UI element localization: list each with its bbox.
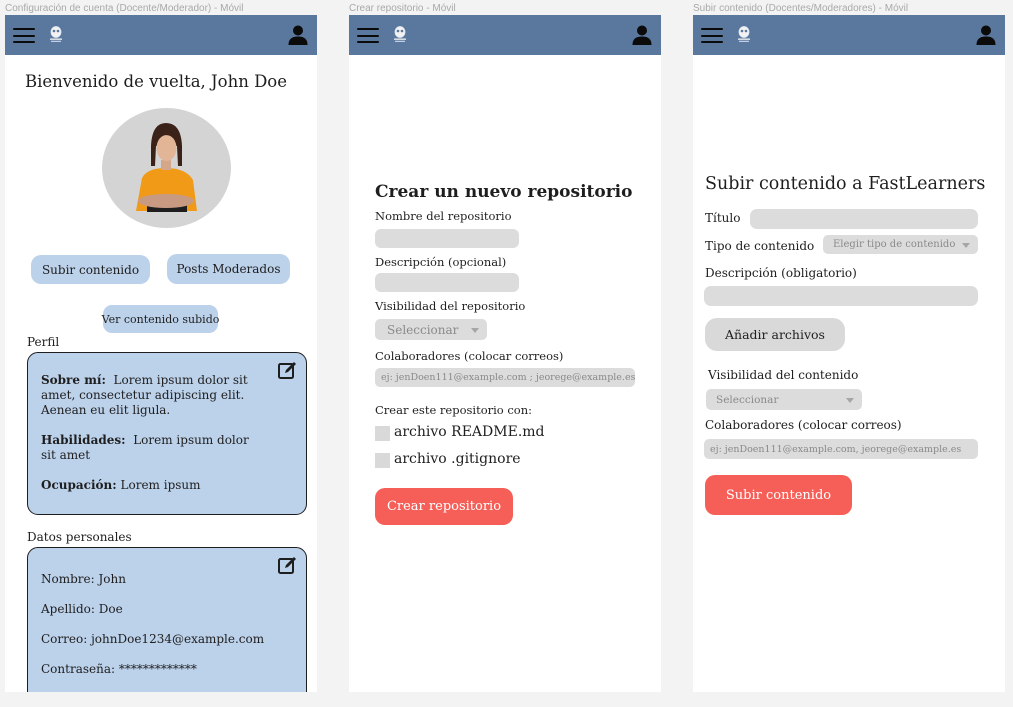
collaborators-label: Colaboradores (colocar correos) (705, 418, 902, 432)
email-value: johnDoe1234@example.com (91, 632, 265, 646)
about-me-row: Sobre mí: Lorem ipsum dolor sit amet, co… (41, 373, 266, 418)
edit-icon[interactable] (277, 360, 297, 380)
hamburger-menu-icon[interactable] (357, 28, 379, 43)
readme-checkbox[interactable] (375, 426, 390, 441)
owl-logo-icon[interactable] (392, 25, 408, 43)
collaborators-label: Colaboradores (colocar correos) (375, 349, 564, 363)
repo-description-input[interactable] (375, 273, 519, 292)
create-repository-screen: Crear un nuevo repositorio Nombre del re… (349, 15, 661, 692)
email-row: Correo: johnDoe1234@example.com (41, 632, 296, 647)
moderated-posts-button[interactable]: Posts Moderados (167, 254, 290, 284)
page-title: Subir contenido a FastLearners (705, 174, 986, 194)
repo-visibility-select-value: Seleccionar (387, 322, 459, 337)
password-value: ************* (118, 662, 197, 676)
top-bar (349, 15, 661, 55)
welcome-heading: Bienvenido de vuelta, John Doe (24, 72, 288, 91)
readme-option-label: archivo README.md (394, 424, 545, 440)
skills-label: Habilidades: (41, 433, 126, 447)
skills-row: Habilidades: Lorem ipsum dolor sit amet (41, 433, 266, 463)
content-title-label: Título (705, 211, 741, 225)
lastname-row: Apellido: Doe (41, 602, 296, 617)
content-title-input[interactable] (750, 209, 978, 229)
user-icon[interactable] (632, 25, 652, 45)
content-type-select-value: Elegir tipo de contenido (833, 239, 956, 250)
hamburger-menu-icon[interactable] (701, 28, 723, 43)
content-visibility-select[interactable]: Seleccionar (706, 389, 862, 410)
chevron-down-icon (962, 242, 970, 248)
repo-visibility-label: Visibilidad del repositorio (375, 299, 526, 313)
frame-caption-account: Configuración de cuenta (Docente/Moderad… (5, 3, 244, 14)
email-label: Correo: (41, 632, 88, 646)
profile-card: Sobre mí: Lorem ipsum dolor sit amet, co… (27, 352, 307, 515)
repo-description-label: Descripción (opcional) (375, 255, 507, 269)
name-row: Nombre: John (41, 572, 296, 587)
user-icon[interactable] (976, 25, 996, 45)
occupation-value: Lorem ipsum (120, 478, 201, 492)
content-visibility-select-value: Seleccionar (716, 393, 779, 406)
hamburger-menu-icon[interactable] (13, 28, 35, 43)
occupation-label: Ocupación: (41, 478, 117, 492)
lastname-label: Apellido: (41, 602, 95, 616)
upload-content-button[interactable]: Subir contenido (31, 255, 150, 284)
content-visibility-label: Visibilidad del contenido (708, 368, 859, 382)
name-value: John (98, 572, 127, 586)
user-icon[interactable] (288, 25, 308, 45)
personal-data-heading: Datos personales (27, 530, 132, 544)
repo-name-input[interactable] (375, 229, 519, 248)
name-label: Nombre: (41, 572, 95, 586)
edit-icon[interactable] (277, 555, 297, 575)
personal-data-card: Nombre: John Apellido: Doe Correo: johnD… (27, 547, 307, 692)
account-settings-screen: Bienvenido de vuelta, John Doe Subir con… (5, 15, 317, 692)
gitignore-option-label: archivo .gitignore (394, 451, 521, 467)
profile-section-heading: Perfil (27, 335, 60, 349)
upload-content-submit-button[interactable]: Subir contenido (705, 475, 852, 515)
profile-avatar[interactable] (102, 108, 231, 228)
content-description-input[interactable] (704, 286, 978, 306)
frame-caption-upload: Subir contenido (Docentes/Moderadores) -… (693, 3, 909, 14)
top-bar (5, 15, 317, 55)
owl-logo-icon[interactable] (48, 25, 64, 43)
view-uploaded-content-button[interactable]: Ver contenido subido (102, 305, 219, 333)
add-files-button[interactable]: Añadir archivos (705, 318, 845, 351)
content-type-select[interactable]: Elegir tipo de contenido (823, 235, 978, 254)
repo-name-label: Nombre del repositorio (375, 209, 512, 223)
content-description-label: Descripción (obligatorio) (705, 266, 857, 280)
lastname-value: Doe (98, 602, 123, 616)
collaborators-input[interactable]: ej: jenDoen111@example.com ; jeorege@exa… (375, 368, 635, 387)
repo-visibility-select[interactable]: Seleccionar (375, 319, 487, 340)
create-repository-button[interactable]: Crear repositorio (375, 488, 513, 525)
upload-content-screen: Subir contenido a FastLearners Título Ti… (693, 15, 1005, 692)
password-row: Contraseña: ************* (41, 662, 296, 677)
frame-caption-create-repo: Crear repositorio - Móvil (349, 3, 456, 14)
page-title: Crear un nuevo repositorio (375, 182, 633, 202)
about-me-label: Sobre mí: (41, 373, 106, 387)
owl-logo-icon[interactable] (736, 25, 752, 43)
top-bar (693, 15, 1005, 55)
chevron-down-icon (471, 327, 479, 333)
gitignore-checkbox[interactable] (375, 453, 390, 468)
occupation-row: Ocupación: Lorem ipsum (41, 478, 266, 493)
content-type-label: Tipo de contenido (705, 239, 815, 253)
chevron-down-icon (846, 397, 854, 403)
create-with-label: Crear este repositorio con: (375, 403, 533, 417)
collaborators-input[interactable]: ej: jenDoen111@example.com, jeorege@exam… (704, 439, 978, 459)
password-label: Contraseña: (41, 662, 116, 676)
